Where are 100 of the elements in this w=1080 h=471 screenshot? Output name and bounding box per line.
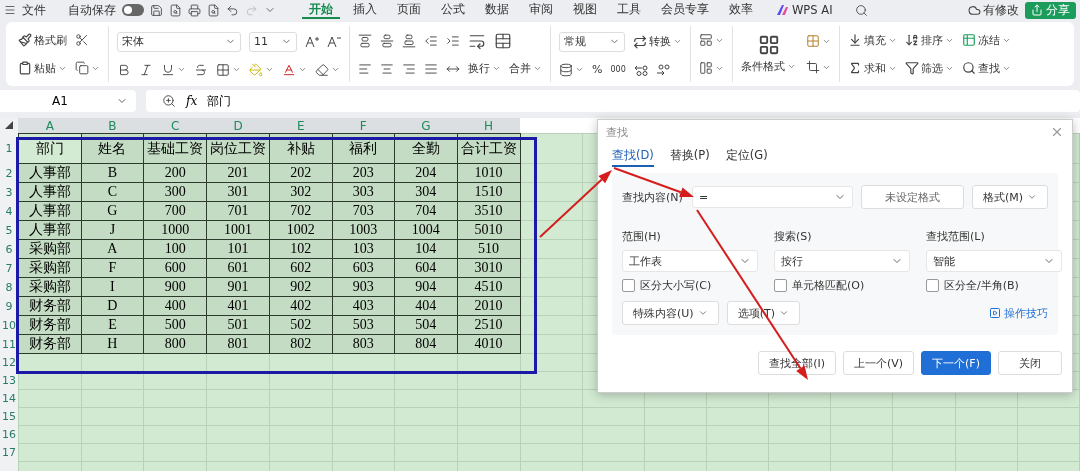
strikethrough-icon[interactable] (194, 62, 208, 77)
underline-icon[interactable] (161, 62, 175, 77)
align-top-icon[interactable] (358, 33, 372, 48)
ai-button[interactable]: WPS AI (776, 3, 833, 17)
stack-icon[interactable] (559, 62, 573, 77)
find-button[interactable]: 查找 (962, 60, 1011, 76)
bold-icon[interactable] (117, 62, 131, 77)
filter-button[interactable]: 筛选 (905, 60, 954, 76)
search-icon (962, 61, 976, 75)
caret-icon (298, 65, 307, 74)
select-all-icon[interactable] (5, 121, 14, 130)
borders-icon[interactable] (216, 62, 230, 77)
zoom-icon[interactable] (162, 94, 176, 108)
wrap-button[interactable]: 换行 (468, 61, 501, 77)
dialog-tab[interactable]: 查找(D) (612, 148, 654, 167)
file-icon[interactable] (169, 3, 182, 17)
align-middle-icon[interactable] (380, 33, 394, 48)
print-icon[interactable] (188, 3, 201, 17)
dialog-tab[interactable]: 定位(G) (725, 148, 768, 167)
tips-link[interactable]: 操作技巧 (989, 305, 1048, 321)
ribbon-tab[interactable]: 视图 (566, 1, 604, 19)
ribbon-tab[interactable]: 审阅 (522, 1, 560, 19)
font-color-icon[interactable] (282, 62, 296, 77)
ribbon-tab[interactable]: 开始 (302, 1, 340, 19)
save-status[interactable]: 有修改 (968, 2, 1019, 18)
caret-icon (697, 308, 708, 318)
align-right-icon[interactable] (402, 61, 416, 76)
ribbon-tab[interactable]: 数据 (478, 1, 516, 19)
layout-left-icon[interactable] (699, 61, 713, 75)
merge-button[interactable]: 合并 (509, 61, 542, 77)
outdent-icon[interactable] (424, 33, 438, 48)
name-box[interactable]: A1 (0, 90, 136, 112)
dropdown[interactable]: 工作表 (622, 250, 758, 272)
thousands-button[interactable]: 000 (610, 65, 626, 74)
find-field[interactable]: = (691, 186, 853, 208)
dialog-tab[interactable]: 替换(P) (669, 148, 710, 167)
ribbon-tab[interactable]: 插入 (346, 1, 384, 19)
search-icon[interactable] (854, 3, 868, 17)
dialog-button[interactable]: 下一个(F) (921, 351, 991, 375)
ribbon-tab[interactable]: 公式 (434, 1, 472, 19)
ribbon-tab[interactable]: 工具 (610, 1, 648, 19)
checkbox[interactable] (926, 279, 939, 292)
format-status-button[interactable]: 未设定格式 (860, 185, 964, 209)
sort-button[interactable]: 排序 (905, 32, 954, 48)
format-painter-button[interactable]: 格式刷 (18, 32, 67, 48)
format-button[interactable]: 格式(M) (971, 185, 1048, 209)
formula-field[interactable]: 部门 (207, 92, 232, 110)
menu-item[interactable]: 文件 (22, 2, 46, 18)
sum-button[interactable]: 求和 (848, 60, 897, 76)
copy-icon[interactable] (75, 61, 89, 75)
font-size-select[interactable]: 11 (249, 31, 297, 52)
decimal-icon[interactable] (655, 63, 670, 76)
conditional-format-button[interactable]: 条件格式 (741, 34, 796, 74)
undo-icon[interactable] (226, 3, 239, 17)
grid-icon (757, 34, 780, 56)
freeze-button[interactable]: 冻结 (962, 32, 1011, 48)
align-left-icon[interactable] (358, 61, 372, 76)
ribbon-tab[interactable]: 效率 (722, 1, 760, 19)
convert-icon (633, 34, 647, 49)
justify-icon[interactable] (424, 61, 438, 76)
italic-icon[interactable] (139, 62, 153, 77)
dropdown[interactable]: 智能 (926, 250, 1062, 272)
eraser-icon[interactable] (315, 62, 329, 77)
number-format-select[interactable]: 常规 (559, 31, 625, 52)
checkbox[interactable] (622, 279, 635, 292)
menu-icon[interactable] (4, 4, 16, 16)
format-icon[interactable] (806, 34, 820, 48)
close-icon[interactable] (1050, 125, 1064, 139)
share-button[interactable]: 分享 (1025, 1, 1076, 19)
fill-color-icon[interactable] (249, 62, 263, 77)
decimal-icon[interactable] (633, 63, 648, 76)
percent-button[interactable]: % (592, 63, 603, 76)
layout-top-icon[interactable] (699, 33, 713, 47)
fill-button[interactable]: 填充 (848, 32, 897, 48)
caret-icon (265, 65, 274, 74)
dropdown[interactable]: 按行 (774, 250, 910, 272)
paste-button[interactable]: 粘贴 (18, 60, 67, 76)
play-icon (989, 307, 1001, 319)
ribbon-tab[interactable]: 会员专享 (654, 1, 716, 19)
crop-icon[interactable] (806, 60, 820, 74)
align-bottom-icon[interactable] (402, 33, 416, 48)
save-icon[interactable] (150, 3, 163, 17)
caret-icon (331, 65, 340, 74)
convert-button[interactable]: 转换 (633, 34, 682, 49)
checkbox[interactable] (774, 279, 787, 292)
checkbox-label: 单元格匹配(O) (792, 278, 865, 293)
dialog-button[interactable]: 关闭 (998, 351, 1062, 375)
grow-font-icon[interactable] (305, 35, 319, 48)
ribbon-tab[interactable]: 页面 (390, 1, 428, 19)
caret-icon (575, 65, 584, 74)
merge-icon[interactable] (494, 31, 512, 50)
dropdown-button[interactable]: 特殊内容(U) (622, 301, 719, 325)
shrink-font-icon[interactable] (327, 35, 341, 48)
align-center-icon[interactable] (380, 61, 394, 76)
dialog-button[interactable]: 上一个(V) (842, 351, 915, 375)
indent-icon[interactable] (446, 33, 460, 48)
font-select[interactable]: 宋体 (117, 31, 241, 52)
scissors-icon[interactable] (75, 33, 89, 47)
preview-icon[interactable] (207, 3, 220, 17)
autosave-toggle[interactable] (122, 4, 144, 16)
